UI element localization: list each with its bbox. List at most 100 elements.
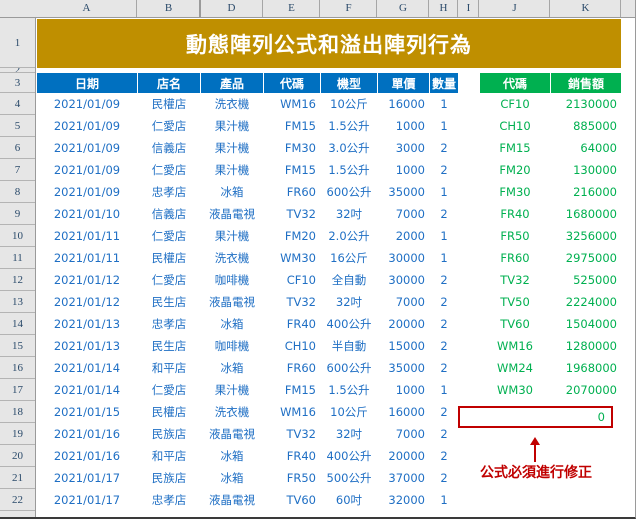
right-table-cell[interactable]: 216000 — [551, 181, 621, 203]
left-table-cell[interactable]: FR60 — [264, 181, 320, 203]
left-table-cell[interactable]: 20000 — [378, 445, 429, 467]
left-table-cell[interactable]: 液晶電視 — [201, 203, 263, 225]
left-table-cell[interactable]: 果汁機 — [201, 137, 263, 159]
left-table-cell[interactable]: WM30 — [264, 247, 320, 269]
left-table-cell[interactable]: 16公斤 — [321, 247, 377, 269]
left-table-cell[interactable]: 和平店 — [138, 357, 200, 379]
left-table-cell[interactable]: 液晶電視 — [201, 423, 263, 445]
left-table-cell[interactable]: 600公升 — [321, 181, 377, 203]
left-table-cell[interactable]: 2021/01/09 — [37, 181, 137, 203]
left-table-cell[interactable]: 1 — [430, 93, 458, 115]
right-table-cell[interactable]: 2975000 — [551, 247, 621, 269]
left-table-cell[interactable]: CF10 — [264, 269, 320, 291]
left-table-cell[interactable]: 咖啡機 — [201, 269, 263, 291]
right-table-cell[interactable]: WM16 — [480, 335, 550, 357]
left-table-cell[interactable]: 信義店 — [138, 203, 200, 225]
left-table-cell[interactable]: 2 — [430, 423, 458, 445]
right-table-cell[interactable]: 1968000 — [551, 357, 621, 379]
row-header-3[interactable]: 3 — [0, 73, 35, 93]
left-table-cell[interactable]: 1.5公升 — [321, 115, 377, 137]
left-table-cell[interactable]: 咖啡機 — [201, 335, 263, 357]
left-table-cell[interactable]: 冰箱 — [201, 467, 263, 489]
left-table-cell[interactable]: FR40 — [264, 445, 320, 467]
row-header-21[interactable]: 21 — [0, 467, 35, 489]
left-table-cell[interactable]: 10公斤 — [321, 401, 377, 423]
left-table-cell[interactable]: FM15 — [264, 379, 320, 401]
row-header-13[interactable]: 13 — [0, 291, 35, 313]
right-table-cell[interactable]: FM15 — [480, 137, 550, 159]
left-table-cell[interactable]: 2021/01/16 — [37, 445, 137, 467]
left-table-cell[interactable]: 3.0公升 — [321, 137, 377, 159]
column-header-e[interactable]: E — [264, 0, 320, 17]
left-table-cell[interactable]: 16000 — [378, 401, 429, 423]
left-table-cell[interactable]: 民生店 — [138, 335, 200, 357]
left-table-cell[interactable]: 忠孝店 — [138, 313, 200, 335]
column-header-f[interactable]: F — [321, 0, 377, 17]
row-header-9[interactable]: 9 — [0, 203, 35, 225]
left-table-cell[interactable]: 忠孝店 — [138, 489, 200, 511]
right-table-header-cell[interactable]: 銷售額 — [551, 73, 621, 93]
right-table-cell[interactable]: 130000 — [551, 159, 621, 181]
left-table-cell[interactable]: 35000 — [378, 357, 429, 379]
left-table-cell[interactable]: 冰箱 — [201, 181, 263, 203]
left-table-cell[interactable]: 忠孝店 — [138, 181, 200, 203]
left-table-header-cell[interactable]: 代碼 — [264, 73, 320, 93]
right-table-cell[interactable]: 1504000 — [551, 313, 621, 335]
left-table-cell[interactable]: 400公升 — [321, 445, 377, 467]
left-table-cell[interactable]: 民族店 — [138, 423, 200, 445]
left-table-cell[interactable]: 洗衣機 — [201, 401, 263, 423]
left-table-cell[interactable]: 信義店 — [138, 137, 200, 159]
row-header-1[interactable]: 1 — [0, 18, 35, 68]
left-table-cell[interactable]: 冰箱 — [201, 313, 263, 335]
left-table-cell[interactable]: 冰箱 — [201, 357, 263, 379]
left-table-cell[interactable]: FM15 — [264, 159, 320, 181]
left-table-cell[interactable]: 2000 — [378, 225, 429, 247]
left-table-cell[interactable]: 2 — [430, 203, 458, 225]
left-table-cell[interactable]: WM16 — [264, 93, 320, 115]
left-table-cell[interactable]: 2.0公升 — [321, 225, 377, 247]
left-table-header-cell[interactable]: 產品 — [201, 73, 263, 93]
column-header-g[interactable]: G — [378, 0, 429, 17]
row-header-17[interactable]: 17 — [0, 379, 35, 401]
right-table-cell[interactable]: FR50 — [480, 225, 550, 247]
left-table-cell[interactable]: 2 — [430, 159, 458, 181]
left-table-cell[interactable]: 2021/01/13 — [37, 335, 137, 357]
left-table-cell[interactable]: 2021/01/12 — [37, 269, 137, 291]
right-table-cell[interactable]: TV32 — [480, 269, 550, 291]
left-table-cell[interactable]: FR40 — [264, 313, 320, 335]
left-table-cell[interactable]: 35000 — [378, 181, 429, 203]
left-table-cell[interactable]: FM30 — [264, 137, 320, 159]
right-table-cell[interactable]: FR40 — [480, 203, 550, 225]
left-table-cell[interactable]: TV60 — [264, 489, 320, 511]
right-table-cell[interactable]: 64000 — [551, 137, 621, 159]
left-table-cell[interactable]: 民權店 — [138, 247, 200, 269]
right-table-cell[interactable]: 2224000 — [551, 291, 621, 313]
left-table-cell[interactable]: 果汁機 — [201, 379, 263, 401]
left-table-cell[interactable]: FM20 — [264, 225, 320, 247]
left-table-cell[interactable]: FM15 — [264, 115, 320, 137]
column-header-b[interactable]: B — [138, 0, 200, 17]
left-table-cell[interactable]: 2021/01/09 — [37, 115, 137, 137]
left-table-cell[interactable]: 60吋 — [321, 489, 377, 511]
left-table-cell[interactable]: 洗衣機 — [201, 247, 263, 269]
row-header-6[interactable]: 6 — [0, 137, 35, 159]
row-header-8[interactable]: 8 — [0, 181, 35, 203]
right-table-cell[interactable]: FM30 — [480, 181, 550, 203]
column-header-j[interactable]: J — [480, 0, 550, 17]
left-table-cell[interactable]: 30000 — [378, 247, 429, 269]
left-table-cell[interactable]: 洗衣機 — [201, 93, 263, 115]
right-table-cell[interactable]: WM24 — [480, 357, 550, 379]
row-header-16[interactable]: 16 — [0, 357, 35, 379]
left-table-cell[interactable]: TV32 — [264, 291, 320, 313]
left-table-cell[interactable]: 2021/01/13 — [37, 313, 137, 335]
left-table-cell[interactable]: 400公升 — [321, 313, 377, 335]
left-table-cell[interactable]: 全自動 — [321, 269, 377, 291]
left-table-cell[interactable]: 2021/01/10 — [37, 203, 137, 225]
left-table-cell[interactable]: 2021/01/09 — [37, 159, 137, 181]
spreadsheet-grid[interactable]: ABDEFGHIJK 12345678910111213141516171819… — [0, 0, 636, 519]
right-table-cell[interactable]: WM30 — [480, 379, 550, 401]
row-header-19[interactable]: 19 — [0, 423, 35, 445]
left-table-cell[interactable]: 1 — [430, 225, 458, 247]
left-table-cell[interactable]: 15000 — [378, 335, 429, 357]
error-cell-box[interactable]: 0 — [458, 406, 613, 428]
